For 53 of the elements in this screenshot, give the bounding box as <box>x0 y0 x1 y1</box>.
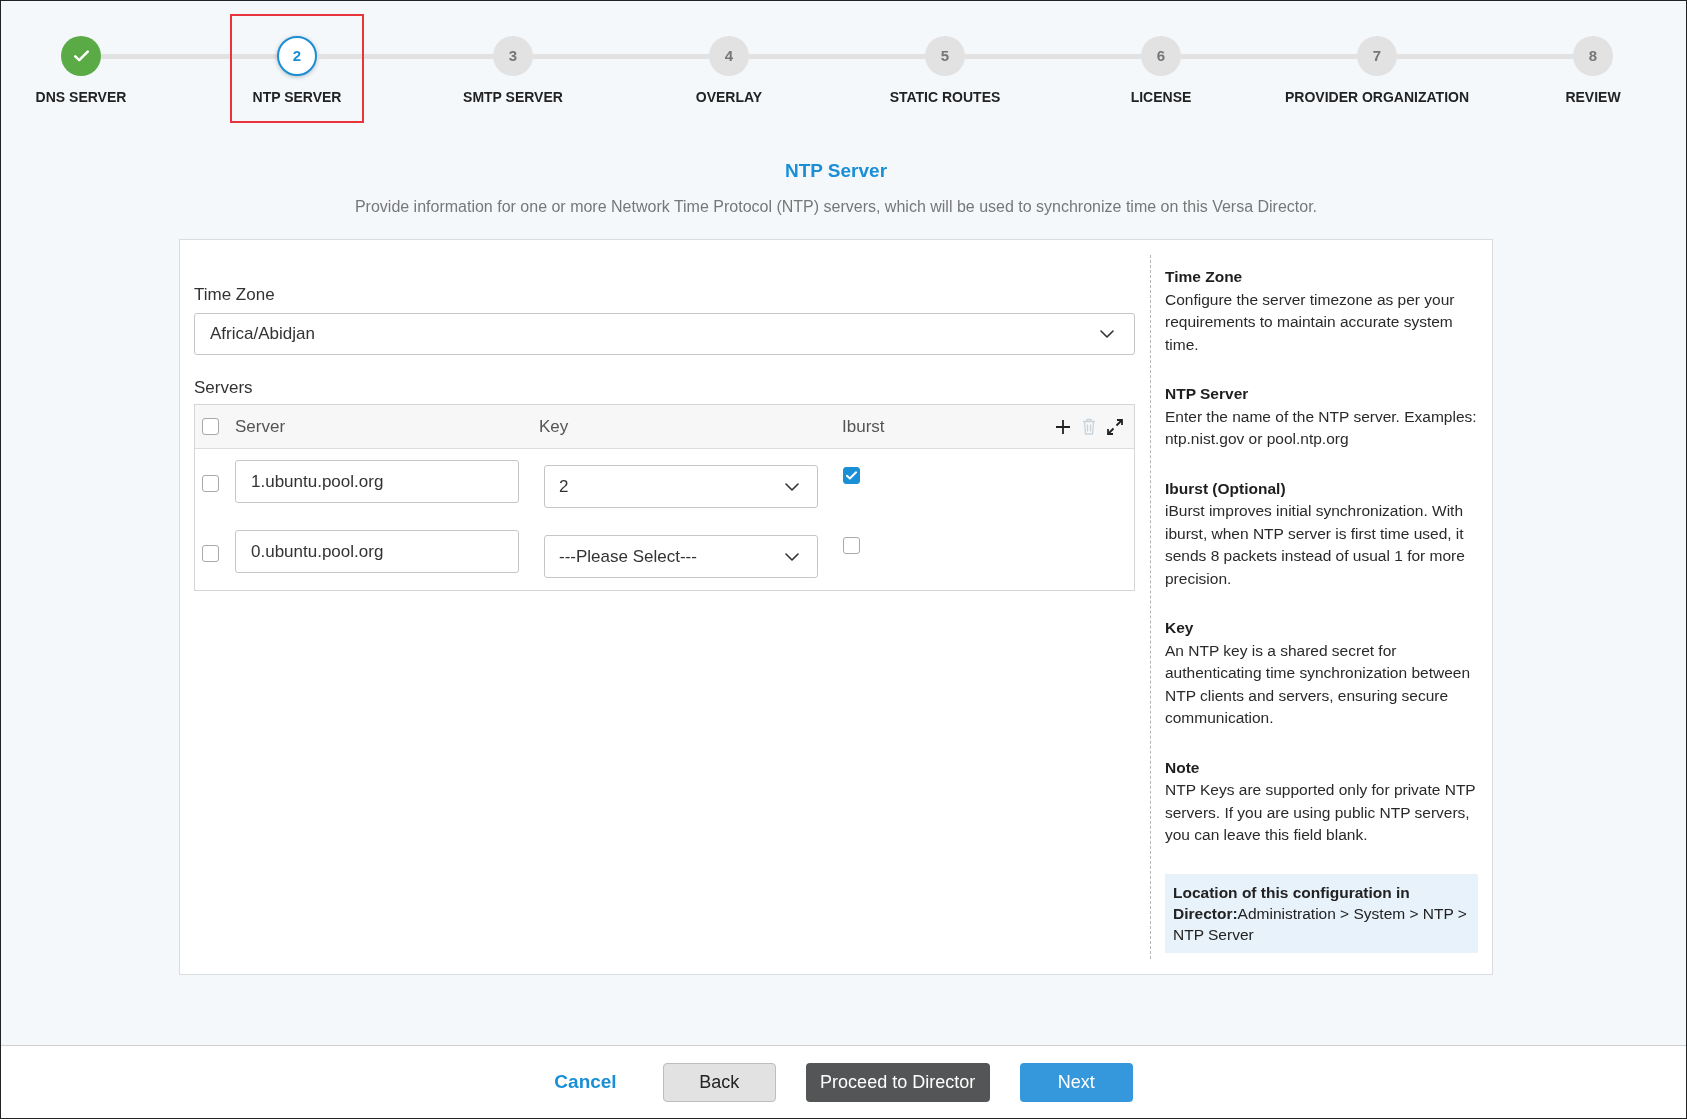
back-button[interactable]: Back <box>662 1062 776 1102</box>
field-label: Servers <box>194 377 253 399</box>
proceed-button[interactable]: Proceed to Director <box>805 1062 990 1102</box>
field-label: Time Zone <box>194 284 275 306</box>
help-heading: Key <box>1165 618 1194 638</box>
key-dropdown[interactable]: 2 <box>544 465 818 508</box>
checkbox[interactable] <box>843 467 860 484</box>
location-note: Location of this configuration in Director:Administration > System > NTP > NTP Server <box>1165 873 1478 953</box>
help-text: Enter the name of the NTP server. Examples: ntp.nist.gov or pool.ntp.org <box>1165 406 1478 449</box>
step-label: REVIEW <box>1565 88 1621 106</box>
chevron-down-icon <box>785 552 799 561</box>
step-label: PROVIDER ORGANIZATION <box>1284 88 1470 106</box>
step-indicator: 5 <box>925 36 965 76</box>
help-heading: NTP Server <box>1165 384 1249 404</box>
help-text: iBurst improves initial synchronization. With iburst, when NTP server is first time used, it sends 8 packets instead of usual 1 for more precision. <box>1165 501 1466 589</box>
chevron-down-icon <box>785 482 799 491</box>
help-heading: Note <box>1165 757 1200 778</box>
server-input[interactable]: 1.ubuntu.pool.org <box>235 460 519 503</box>
step-indicator: 3 <box>493 36 533 76</box>
checkbox[interactable] <box>843 537 860 554</box>
check-icon <box>73 50 89 62</box>
page-description: Provide information for one or more Network Time Protocol (NTP) servers, which will be used to synchronize time on this Versa Director. <box>353 197 1319 217</box>
column-header: Iburst <box>842 416 885 436</box>
step-label: STATIC ROUTES <box>889 88 1001 106</box>
help-heading: Time Zone <box>1165 267 1243 287</box>
time-zone-dropdown[interactable]: Africa/Abidjan <box>194 313 1135 355</box>
plus-icon[interactable] <box>1055 418 1071 435</box>
chevron-down-icon <box>1100 330 1114 338</box>
checkbox[interactable] <box>202 475 219 492</box>
server-input[interactable]: 0.ubuntu.pool.org <box>235 530 519 573</box>
key-dropdown[interactable]: ---Please Select--- <box>544 535 818 578</box>
cancel-link[interactable]: Cancel <box>554 1067 617 1097</box>
step-indicator: 8 <box>1573 36 1613 76</box>
checkbox[interactable] <box>202 418 219 435</box>
help-heading: Iburst (Optional) <box>1165 478 1286 499</box>
step-label: DNS SERVER <box>35 88 127 106</box>
check-icon <box>846 471 857 480</box>
column-header: Key <box>539 416 569 436</box>
step-indicator: 4 <box>709 36 749 76</box>
step-indicator: 7 <box>1357 36 1397 76</box>
help-text: An NTP key is a shared secret for authenticating time synchronization between NTP clients and servers, ensuring secure communication. <box>1165 640 1472 728</box>
checkbox[interactable] <box>202 545 219 562</box>
step-label: LICENSE <box>1130 88 1192 106</box>
step-indicator: 6 <box>1141 36 1181 76</box>
step-label: OVERLAY <box>695 88 763 106</box>
step-label: SMTP SERVER <box>463 88 563 106</box>
help-text: Configure the server timezone as per your requirements to maintain accurate system time. <box>1165 289 1456 355</box>
column-header: Server <box>235 416 286 436</box>
page-title: NTP Server <box>783 159 889 183</box>
help-text: NTP Keys are supported only for private NTP servers. If you are using public NTP servers, you can leave this field blank. <box>1165 780 1477 845</box>
step-label: NTP SERVER <box>252 88 342 106</box>
step-indicator: 2 <box>277 36 317 76</box>
expand-icon[interactable] <box>1107 418 1123 435</box>
